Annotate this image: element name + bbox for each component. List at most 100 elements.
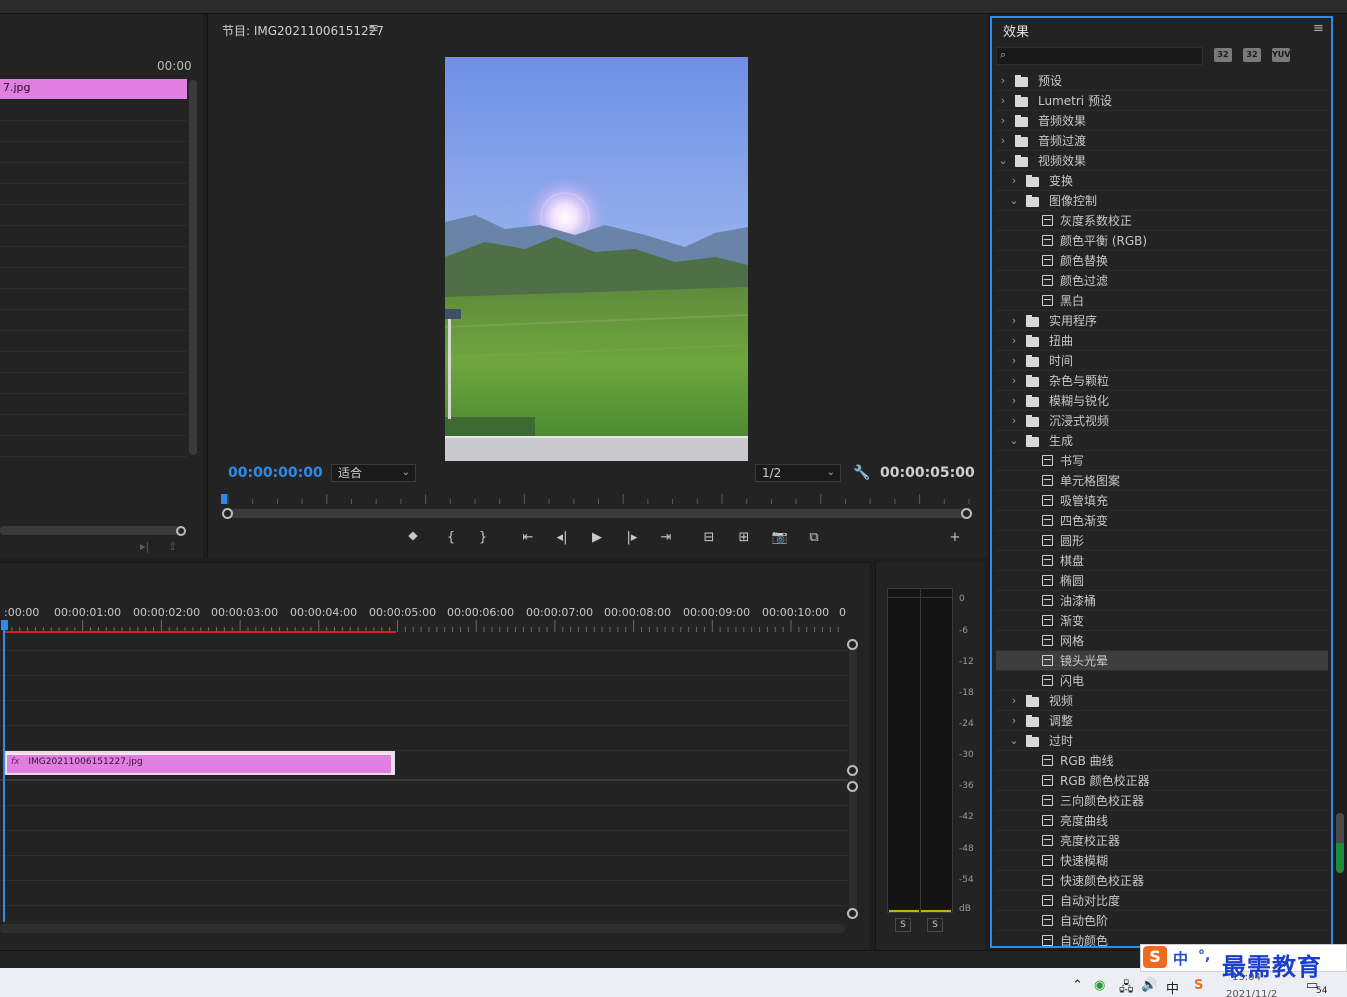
ime-mode[interactable]: 中 — [1173, 948, 1188, 969]
mark-in-button[interactable]: { — [440, 529, 462, 547]
zoom-handle-right[interactable] — [961, 508, 972, 519]
add-button[interactable]: + — [944, 529, 966, 547]
play-button[interactable]: ▶ — [586, 529, 608, 547]
chevron-right-icon[interactable]: › — [1009, 351, 1019, 371]
chevron-up-icon[interactable]: ⌃ — [1072, 978, 1083, 993]
camera-icon[interactable]: 📷 — [769, 529, 791, 547]
current-timecode[interactable]: 00:00:00:00 — [228, 465, 323, 481]
effects-panel-title[interactable]: 效果 — [1003, 21, 1029, 40]
chevron-down-icon[interactable]: ⌄ — [1009, 431, 1019, 451]
chevron-down-icon[interactable]: ⌄ — [1009, 191, 1019, 211]
chevron-right-icon[interactable]: › — [1009, 391, 1019, 411]
effect-item[interactable]: 吸管填充 — [996, 491, 1328, 511]
accelerated-effects-filter[interactable]: 32 — [1214, 48, 1232, 62]
effects-search-input[interactable] — [996, 47, 1203, 65]
wrench-icon[interactable]: 🔧 — [853, 465, 870, 481]
playback-resolution-select[interactable]: 1/2 ⌄ — [755, 464, 841, 482]
effect-item[interactable]: 黑白 — [996, 291, 1328, 311]
effect-item[interactable]: 快速颜色校正器 — [996, 871, 1328, 891]
effect-item[interactable]: 亮度曲线 — [996, 811, 1328, 831]
effect-folder[interactable]: ⌄ 视频效果 — [996, 151, 1328, 171]
effect-item[interactable]: RGB 颜色校正器 — [996, 771, 1328, 791]
panel-menu-icon[interactable]: ≡ — [1313, 21, 1324, 36]
video-audio-divider[interactable] — [0, 779, 848, 781]
effect-item[interactable]: 油漆桶 — [996, 591, 1328, 611]
step-forward-button[interactable]: |▸ — [621, 529, 643, 547]
effect-folder[interactable]: › 音频效果 — [996, 111, 1328, 131]
effect-item[interactable]: 颜色平衡 (RGB) — [996, 231, 1328, 251]
effect-folder[interactable]: › 预设 — [996, 71, 1328, 91]
solo-right-button[interactable]: S — [927, 918, 943, 932]
timeline-vertical-scrollbar[interactable] — [849, 642, 857, 918]
clock-date[interactable]: 2021/11/2 — [1226, 989, 1277, 997]
extract-button[interactable]: ⊞ — [733, 529, 755, 547]
effect-folder[interactable]: › 音频过渡 — [996, 131, 1328, 151]
effect-item[interactable]: 自动对比度 — [996, 891, 1328, 911]
insert-icon[interactable]: ▸| — [140, 540, 149, 553]
effect-folder[interactable]: ⌄ 生成 — [996, 431, 1328, 451]
effect-item[interactable]: 网格 — [996, 631, 1328, 651]
effect-item[interactable]: 快速模糊 — [996, 851, 1328, 871]
effect-item[interactable]: 自动色阶 — [996, 911, 1328, 931]
timeline-playhead-handle[interactable] — [1, 620, 8, 630]
chevron-right-icon[interactable]: › — [1009, 691, 1019, 711]
program-title[interactable]: 节目: IMG20211006151227 — [222, 22, 384, 39]
effect-item[interactable]: 棋盘 — [996, 551, 1328, 571]
panel-menu-icon[interactable]: ≡ — [368, 21, 379, 36]
mark-out-button[interactable]: } — [472, 529, 494, 547]
program-time-ruler[interactable] — [222, 492, 972, 506]
chevron-right-icon[interactable]: › — [1009, 311, 1019, 331]
source-zoom-scrollbar[interactable] — [0, 526, 180, 535]
32bit-effects-filter[interactable]: 32 — [1243, 48, 1261, 62]
timeline-playhead[interactable] — [3, 620, 5, 922]
effect-item[interactable]: 亮度校正器 — [996, 831, 1328, 851]
effect-folder[interactable]: › 扭曲 — [996, 331, 1328, 351]
video-zoom-handle-top[interactable] — [847, 639, 858, 650]
effect-folder[interactable]: ⌄ 图像控制 — [996, 191, 1328, 211]
effect-item[interactable]: 四色渐变 — [996, 511, 1328, 531]
effect-item[interactable]: 椭圆 — [996, 571, 1328, 591]
effect-item[interactable]: 颜色替换 — [996, 251, 1328, 271]
timeline-horizontal-scrollbar[interactable] — [0, 924, 845, 933]
effect-item[interactable]: 书写 — [996, 451, 1328, 471]
video-zoom-handle-bottom[interactable] — [847, 765, 858, 776]
audio-zoom-handle-bottom[interactable] — [847, 908, 858, 919]
go-to-out-button[interactable]: ⇥ — [655, 529, 677, 547]
yuv-effects-filter[interactable]: YUV — [1272, 48, 1290, 62]
sogou-logo[interactable]: S — [1143, 946, 1167, 968]
ime-punctuation[interactable]: °, — [1198, 948, 1210, 964]
effect-folder[interactable]: › 模糊与锐化 — [996, 391, 1328, 411]
chevron-down-icon[interactable]: ⌄ — [998, 151, 1008, 171]
effect-folder[interactable]: › 杂色与颗粒 — [996, 371, 1328, 391]
sogou-tray-icon[interactable]: S — [1194, 978, 1203, 993]
effect-item[interactable]: 颜色过滤 — [996, 271, 1328, 291]
effect-folder[interactable]: › 沉浸式视频 — [996, 411, 1328, 431]
chevron-right-icon[interactable]: › — [1009, 711, 1019, 731]
add-marker-button[interactable]: ⯁ — [402, 529, 424, 547]
step-back-button[interactable]: ◂| — [551, 529, 573, 547]
network-icon[interactable]: 🖧 — [1119, 978, 1134, 997]
chevron-right-icon[interactable]: › — [1009, 371, 1019, 391]
effect-item[interactable]: 三向颜色校正器 — [996, 791, 1328, 811]
zoom-handle-left[interactable] — [222, 508, 233, 519]
chevron-right-icon[interactable]: › — [998, 111, 1008, 131]
effect-folder[interactable]: › 变换 — [996, 171, 1328, 191]
chevron-down-icon[interactable]: ⌄ — [1009, 731, 1019, 751]
source-zoom-handle[interactable] — [176, 526, 186, 536]
effect-folder[interactable]: › Lumetri 预设 — [996, 91, 1328, 111]
compare-view-button[interactable]: ⧉ — [803, 529, 825, 547]
effect-item[interactable]: 渐变 — [996, 611, 1328, 631]
solo-left-button[interactable]: S — [895, 918, 911, 932]
chevron-right-icon[interactable]: › — [998, 131, 1008, 151]
chevron-right-icon[interactable]: › — [998, 71, 1008, 91]
program-playhead[interactable] — [221, 494, 227, 504]
program-zoom-scrollbar[interactable] — [228, 509, 968, 518]
input-language[interactable]: 中 — [1166, 978, 1179, 997]
effect-folder[interactable]: › 视频 — [996, 691, 1328, 711]
effect-item[interactable]: 圆形 — [996, 531, 1328, 551]
zoom-fit-select[interactable]: 适合 ⌄ — [331, 464, 416, 482]
chevron-right-icon[interactable]: › — [998, 91, 1008, 111]
effect-folder[interactable]: › 调整 — [996, 711, 1328, 731]
effect-item[interactable]: 单元格图案 — [996, 471, 1328, 491]
source-vertical-scrollbar[interactable] — [189, 80, 197, 455]
